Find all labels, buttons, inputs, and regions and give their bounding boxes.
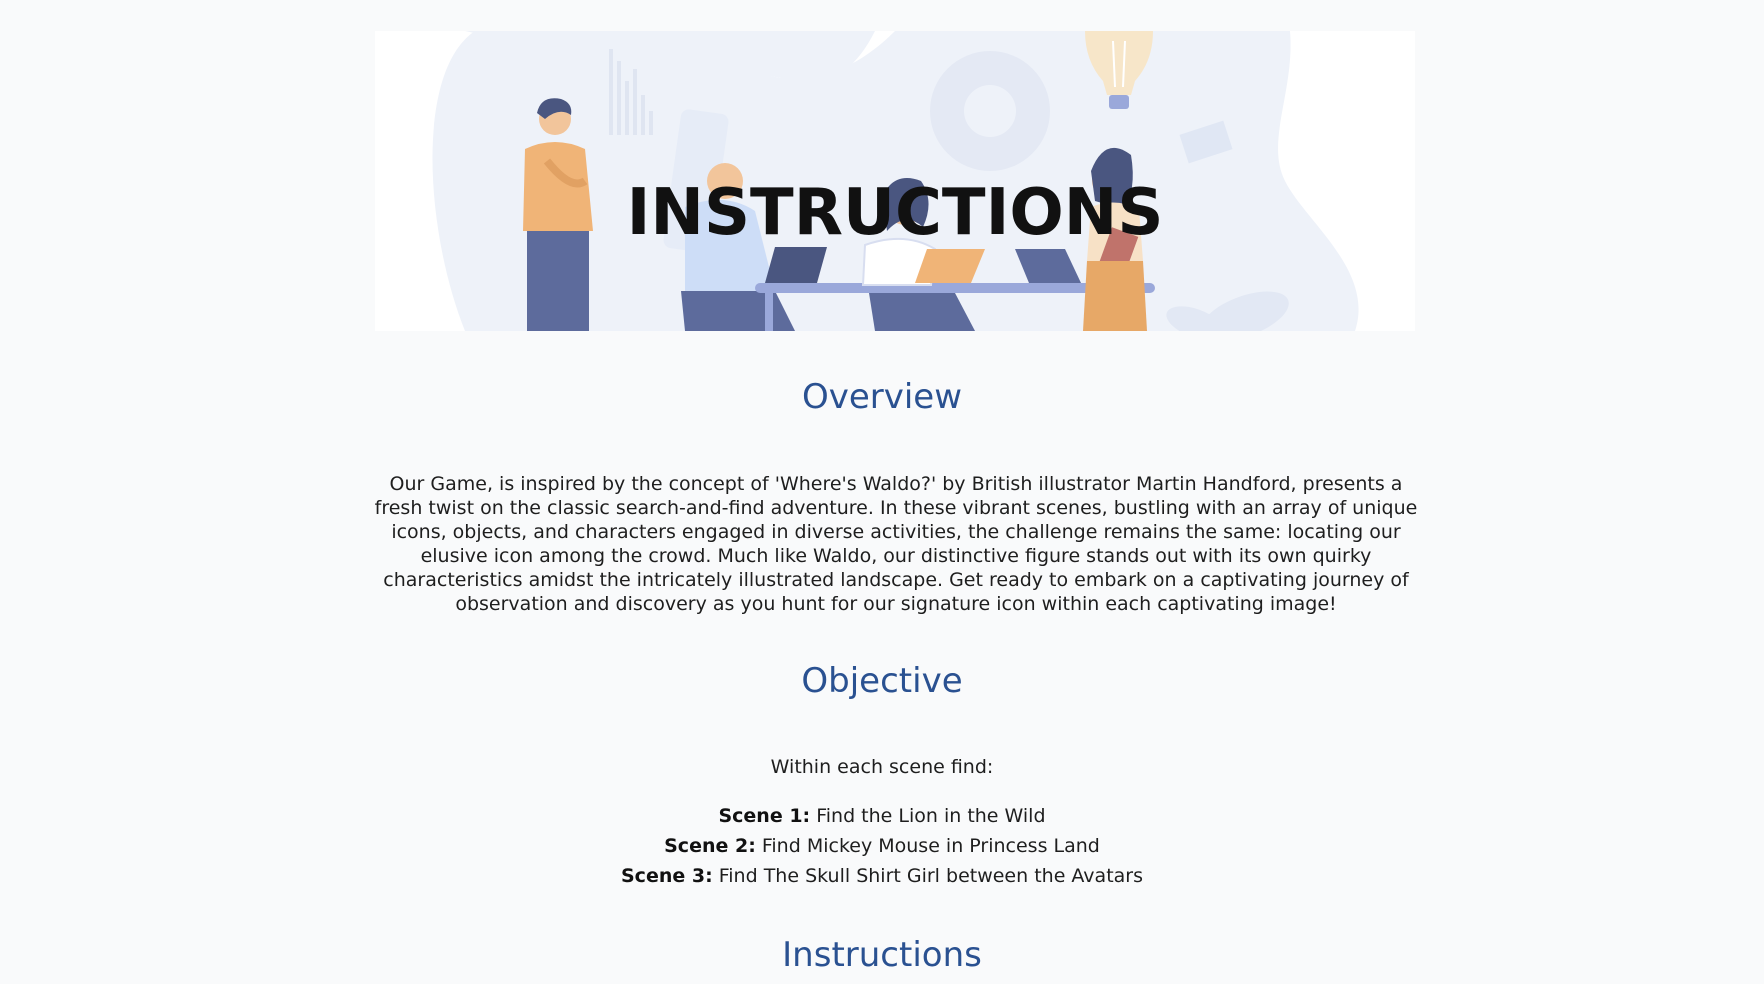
list-item: Scene 2: Find Mickey Mouse in Princess L… — [0, 831, 1764, 861]
scene-text: Find the Lion in the Wild — [810, 805, 1046, 827]
list-item: Scene 3: Find The Skull Shirt Girl betwe… — [0, 861, 1764, 891]
list-item: Scene 1: Find the Lion in the Wild — [0, 801, 1764, 831]
scene-text: Find The Skull Shirt Girl between the Av… — [712, 865, 1143, 887]
objective-intro: Within each scene find: — [770, 756, 994, 778]
overview-heading: Overview — [801, 377, 963, 417]
scene-text: Find Mickey Mouse in Princess Land — [755, 835, 1100, 857]
scene-label: Scene 3: — [621, 865, 713, 887]
hero-banner: INSTRUCTIONS — [375, 31, 1415, 331]
instructions-page: INSTRUCTIONS Overview Our Game, is inspi… — [0, 0, 1764, 984]
scene-list: Scene 1: Find the Lion in the Wild Scene… — [0, 801, 1764, 891]
overview-paragraph: Our Game, is inspired by the concept of … — [374, 473, 1418, 615]
objective-heading: Objective — [801, 661, 963, 701]
scene-label: Scene 1: — [718, 805, 811, 827]
scene-label: Scene 2: — [664, 835, 756, 857]
instructions-heading: Instructions — [782, 935, 982, 975]
page-title: INSTRUCTIONS — [626, 176, 1164, 250]
